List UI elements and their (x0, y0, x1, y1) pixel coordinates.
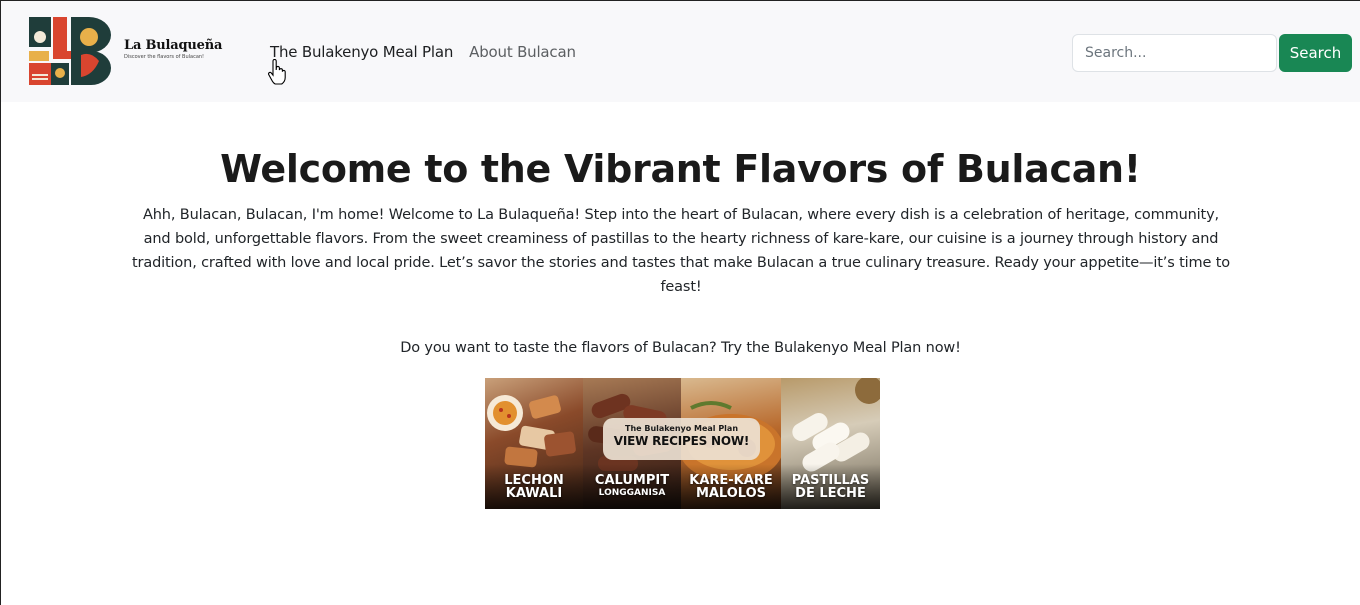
banner-panel-pastillas-de-leche: PASTILLAS DE LECHE (781, 378, 880, 509)
banner-panel-lechon-kawali: LECHON KAWALI (485, 378, 583, 509)
view-recipes-badge[interactable]: The Bulakenyo Meal Plan VIEW RECIPES NOW… (603, 418, 760, 460)
badge-subtitle: The Bulakenyo Meal Plan (624, 424, 739, 433)
banner-label-line2: KAWALI (505, 486, 563, 501)
search-form: Search (1072, 34, 1352, 72)
nav-links: The Bulakenyo Meal Plan About Bulacan (270, 43, 576, 61)
search-input[interactable] (1072, 34, 1277, 72)
intro-paragraph: Ahh, Bulacan, Bulacan, I'm home! Welcome… (132, 207, 1230, 295)
page-title: Welcome to the Vibrant Flavors of Bulaca… (220, 147, 1141, 191)
meal-plan-banner[interactable]: LECHON KAWALI CALUMPIT LONGGANISA KARE-KAR… (485, 378, 880, 509)
badge-cta: VIEW RECIPES NOW! (613, 434, 750, 448)
brand-logo (27, 15, 111, 87)
nav-link-about-bulacan[interactable]: About Bulacan (469, 43, 576, 61)
nav-link-meal-plan[interactable]: The Bulakenyo Meal Plan (270, 43, 453, 61)
brand-link[interactable]: La Bulaqueña Discover the flavors of Bul… (27, 15, 222, 87)
banner-label-line2: LONGGANISA (598, 488, 666, 498)
meal-plan-cta-text: Do you want to taste the flavors of Bula… (400, 340, 961, 356)
navbar: La Bulaqueña Discover the flavors of Bul… (1, 1, 1360, 102)
search-button[interactable]: Search (1279, 34, 1352, 72)
banner-label-line2: MALOLOS (695, 486, 767, 501)
brand-name: La Bulaqueña (124, 38, 223, 53)
brand-tagline: Discover the flavors of Bulacan! (124, 54, 205, 60)
pointer-cursor-icon (268, 59, 286, 85)
banner-label-line2: DE LECHE (795, 486, 866, 501)
banner-label-line1: CALUMPIT (594, 473, 670, 488)
